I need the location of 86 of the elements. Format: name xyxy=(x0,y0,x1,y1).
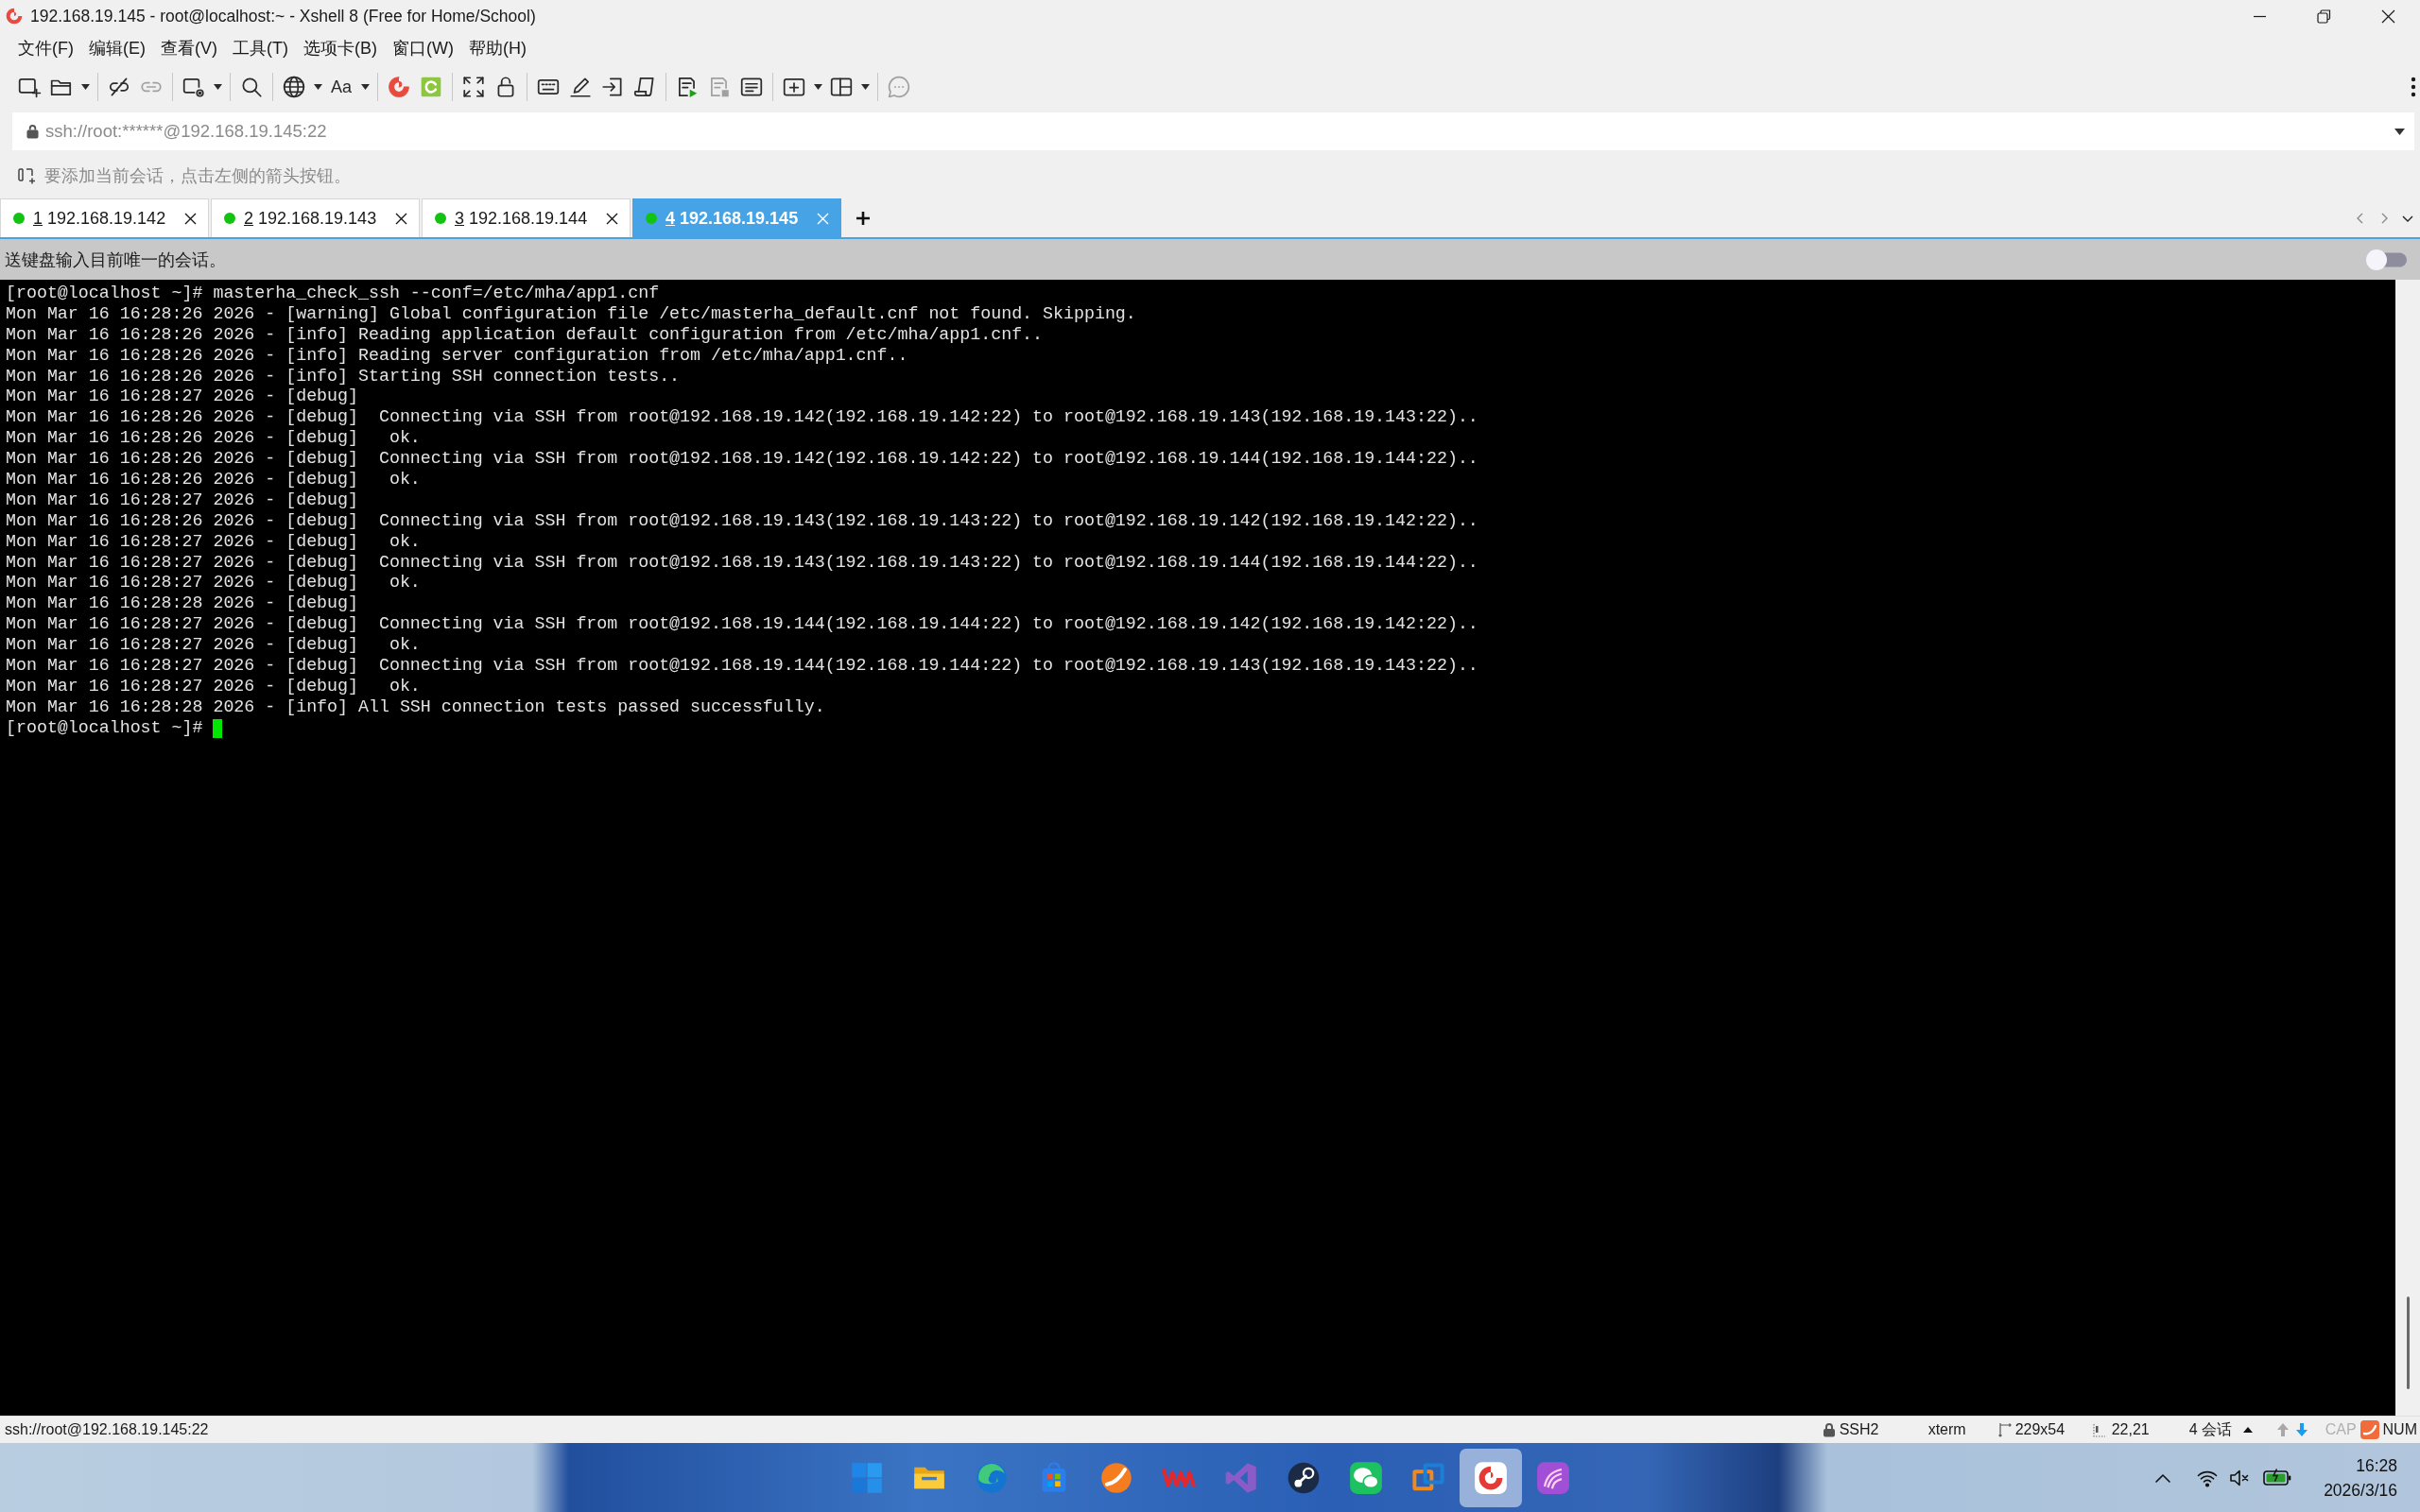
terminal-line: Mon Mar 16 16:28:27 2026 - [debug] ok. xyxy=(6,531,421,553)
layout-icon[interactable] xyxy=(829,75,854,99)
ring-tile-icon[interactable] xyxy=(419,75,443,99)
close-icon[interactable] xyxy=(606,212,618,225)
close-icon[interactable] xyxy=(184,212,197,225)
add-session-icon[interactable] xyxy=(17,167,36,184)
caret-up-icon[interactable] xyxy=(2243,1427,2253,1433)
restore-icon[interactable] xyxy=(2316,9,2331,24)
tab[interactable]: 2 192.168.19.143 xyxy=(211,198,420,237)
spiral-icon[interactable] xyxy=(1474,1460,1508,1495)
menu-item[interactable]: 文件(F) xyxy=(10,34,81,62)
menu-item[interactable]: 编辑(E) xyxy=(81,34,153,62)
plus-icon[interactable] xyxy=(856,211,870,225)
broken-link-icon[interactable] xyxy=(107,75,131,99)
caret-icon[interactable] xyxy=(80,84,90,90)
terminal-line: Mon Mar 16 16:28:27 2026 - [debug] Connecting via SSH from root@192.168.19.144(192.168.19.144:22) to root@192.168.19.142(192.168.19.142:22).. xyxy=(6,614,1478,636)
disc-icon[interactable] xyxy=(1099,1460,1133,1495)
cursor-position-label: 22,21 xyxy=(2111,1421,2150,1438)
send-input-text: 送键盘输入目前唯一的会话。 xyxy=(5,249,226,271)
menu-item[interactable]: 窗口(W) xyxy=(384,34,461,62)
terminal-line: Mon Mar 16 16:28:26 2026 - [info] Reading server configuration from /etc/mha/app1.cnf.. xyxy=(6,345,908,367)
font-button[interactable]: Aa xyxy=(325,71,357,103)
caret-icon[interactable] xyxy=(313,84,322,90)
caret-icon[interactable] xyxy=(813,84,822,90)
resize-icon xyxy=(1997,1422,2012,1437)
caret-icon[interactable] xyxy=(360,84,370,90)
sessions-button[interactable]: 4 会话 xyxy=(2188,1419,2253,1440)
linked-circles-icon[interactable] xyxy=(1287,1460,1321,1495)
terminal[interactable] xyxy=(0,280,2395,1416)
terminal-line: [root@localhost ~]# xyxy=(6,717,203,739)
expand-icon[interactable] xyxy=(461,75,486,99)
search-icon[interactable] xyxy=(239,75,264,99)
terminal-line: Mon Mar 16 16:28:27 2026 - [debug] ok. xyxy=(6,635,421,657)
lock-key-indicator: NUM xyxy=(2382,1421,2417,1438)
caret-down-icon[interactable] xyxy=(2394,128,2405,135)
caret-icon[interactable] xyxy=(213,84,222,90)
terminal-line: Mon Mar 16 16:28:26 2026 - [debug] Connecting via SSH from root@192.168.19.143(192.168.19.143:22) to root@192.168.19.142(192.168.19.142:22).. xyxy=(6,510,1478,532)
terminal-line: Mon Mar 16 16:28:26 2026 - [info] Starting SSH connection tests.. xyxy=(6,366,681,387)
close-icon[interactable] xyxy=(395,212,407,225)
close-icon[interactable] xyxy=(2380,9,2395,24)
terminal-line: Mon Mar 16 16:28:26 2026 - [info] Reading application default configuration from /etc/mha/app1.cnf.. xyxy=(6,324,1044,346)
scrollbar-thumb[interactable] xyxy=(2407,1297,2410,1389)
globe-icon[interactable] xyxy=(282,75,306,99)
terminal-line: Mon Mar 16 16:28:26 2026 - [debug] ok. xyxy=(6,428,421,450)
document-lines-icon[interactable] xyxy=(739,75,764,99)
more-icon[interactable] xyxy=(2411,77,2416,97)
tab[interactable]: 3 192.168.19.144 xyxy=(422,198,631,237)
tab[interactable]: 1 192.168.19.142 xyxy=(0,198,209,237)
terminal-line: Mon Mar 16 16:28:26 2026 - [debug] Connecting via SSH from root@192.168.19.142(192.168.19.142:22) to root@192.168.19.144(192.168.19.144:22).. xyxy=(6,449,1478,471)
cursor-position-icon xyxy=(2092,1422,2106,1437)
battery-icon[interactable] xyxy=(2263,1467,2292,1488)
toggle-switch[interactable] xyxy=(2365,248,2409,271)
terminal-line: Mon Mar 16 16:28:28 2026 - [info] All SSH connection tests passed successfully. xyxy=(6,696,825,718)
arrow-into-box-icon[interactable] xyxy=(600,75,625,99)
lock-icon xyxy=(26,124,39,139)
terminal-size-label: 229x54 xyxy=(2014,1421,2066,1438)
terminal-line: [root@localhost ~]# masterha_check_ssh --conf=/etc/mha/app1.cnf xyxy=(6,284,660,304)
terminal-line: Mon Mar 16 16:28:26 2026 - [warning] Global configuration file /etc/masterha_default.cnf not found. Skipping. xyxy=(6,303,1136,325)
terminal-line: Mon Mar 16 16:28:26 2026 - [debug] Connecting via SSH from root@192.168.19.142(192.168.19.142:22) to root@192.168.19.143(192.168.19.143:22).. xyxy=(6,407,1478,429)
terminal-line: Mon Mar 16 16:28:27 2026 - [debug] xyxy=(6,490,358,511)
swoosh-tile-icon[interactable] xyxy=(2360,1420,2379,1439)
spiral-icon xyxy=(5,7,24,26)
protocol-label: SSH2 xyxy=(1839,1421,1879,1438)
status-address: ssh://root@192.168.19.145:22 xyxy=(5,1421,209,1438)
terminal-type-label: xterm xyxy=(1927,1421,1966,1438)
chat-bubbles-icon[interactable] xyxy=(1349,1460,1383,1495)
window-title: 192.168.19.145 - root@localhost:~ - Xshell 8 (Free for Home/School) xyxy=(30,6,536,26)
terminal-line: Mon Mar 16 16:28:27 2026 - [debug] ok. xyxy=(6,676,421,697)
clock-button[interactable]: 16:28 2026/3/16 xyxy=(2324,1452,2397,1503)
lock-key-indicator: CAP xyxy=(2325,1421,2357,1438)
menu-item[interactable]: 查看(V) xyxy=(153,34,225,62)
terminal-line: Mon Mar 16 16:28:27 2026 - [debug] Connecting via SSH from root@192.168.19.143(192.168.19.143:22) to root@192.168.19.144(192.168.19.144:22).. xyxy=(6,552,1478,574)
terminal-line: Mon Mar 16 16:28:26 2026 - [debug] ok. xyxy=(6,470,421,490)
terminal-line: Mon Mar 16 16:28:27 2026 - [debug] Connecting via SSH from root@192.168.19.144(192.168.19.144:22) to root@192.168.19.143(192.168.19.143:22).. xyxy=(6,656,1478,677)
menu-item[interactable]: 选项卡(B) xyxy=(295,34,385,62)
lock-icon xyxy=(1822,1422,1836,1437)
spiral-icon[interactable] xyxy=(387,75,411,99)
terminal-line: Mon Mar 16 16:28:27 2026 - [debug] xyxy=(6,387,358,408)
start-icon[interactable] xyxy=(850,1460,884,1495)
terminal-line: Mon Mar 16 16:28:27 2026 - [debug] ok. xyxy=(6,573,421,594)
terminal-line: Mon Mar 16 16:28:28 2026 - [debug] xyxy=(6,593,358,615)
menu-item[interactable]: 工具(T) xyxy=(225,34,296,62)
hint-text: 要添加当前会话，点击左侧的箭头按钮。 xyxy=(44,165,351,187)
menu-item[interactable]: 帮助(H) xyxy=(460,34,534,62)
caret-icon[interactable] xyxy=(860,84,870,90)
striped-tile-icon[interactable] xyxy=(1536,1460,1570,1495)
